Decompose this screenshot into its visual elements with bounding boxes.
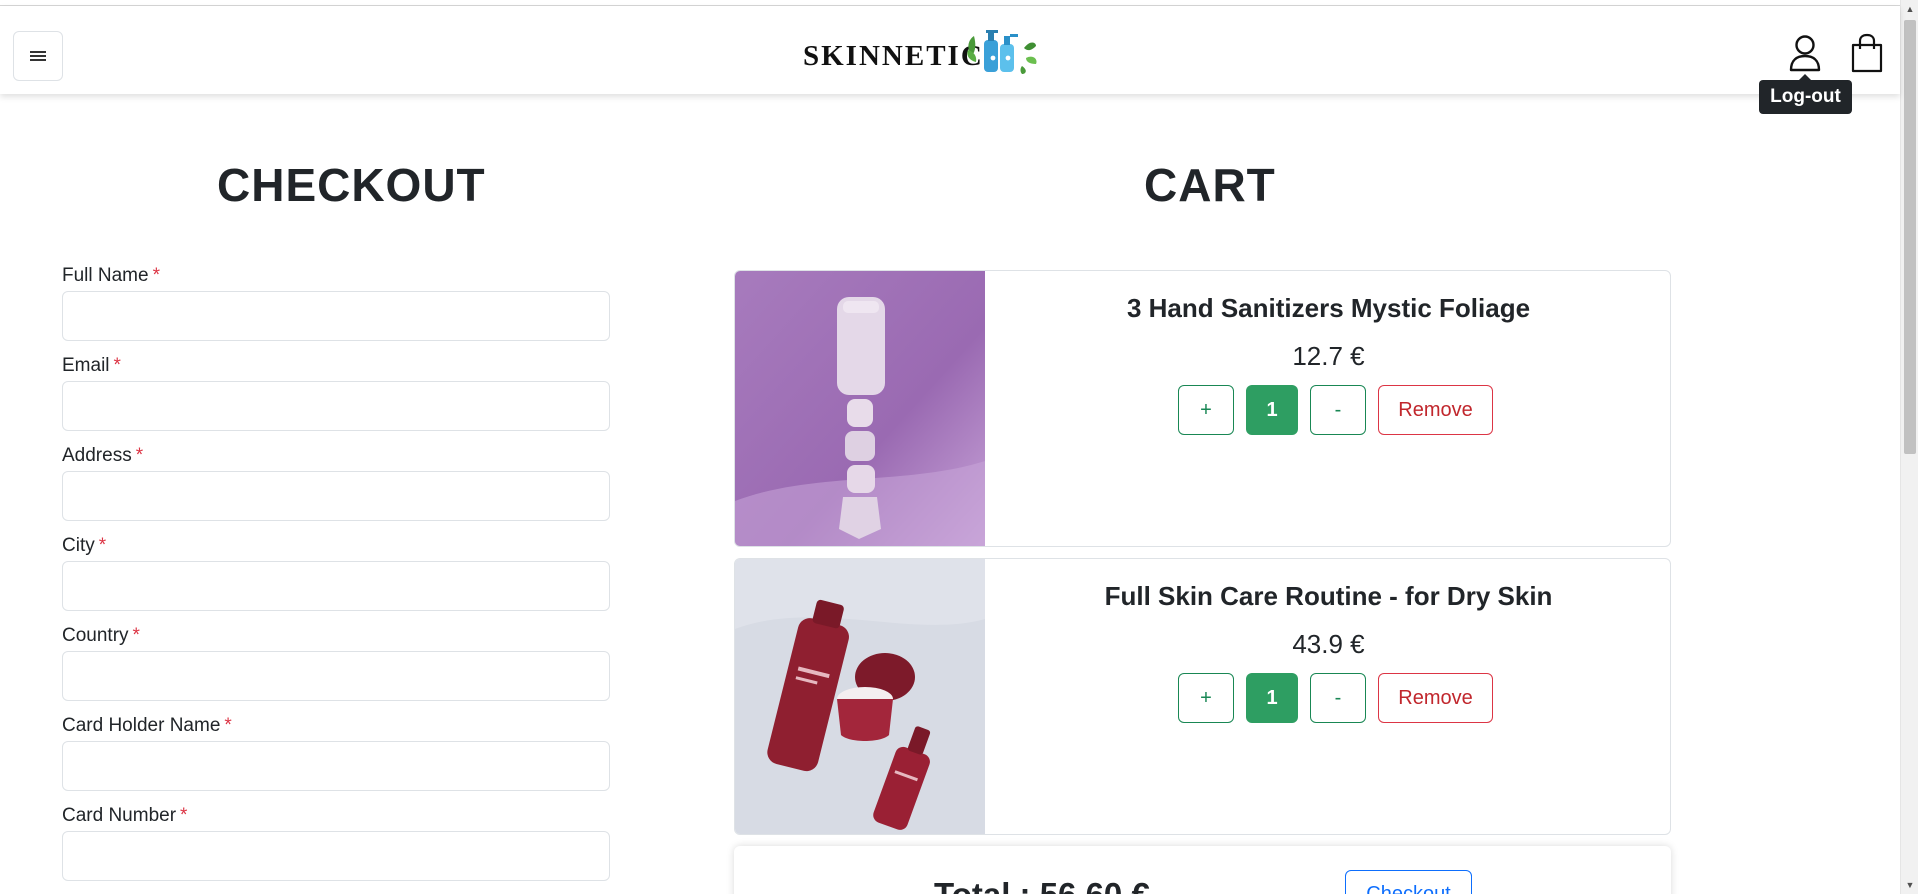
menu-toggle-button[interactable] <box>13 31 63 81</box>
checkout-button[interactable]: Checkout <box>1345 870 1472 894</box>
product-price: 12.7 € <box>1292 341 1365 371</box>
card-holder-input[interactable] <box>62 741 610 791</box>
email-group: Email * <box>62 351 610 431</box>
increase-quantity-button[interactable]: + <box>1178 673 1234 723</box>
decrease-quantity-button[interactable]: - <box>1310 385 1366 435</box>
cart-total: Total : 56.60 € <box>934 876 1150 894</box>
country-group: Country * <box>62 621 610 701</box>
cart-item-details: 3 Hand Sanitizers Mystic Foliage 12.7 € … <box>985 271 1670 546</box>
card-holder-group: Card Holder Name * <box>62 711 610 791</box>
cart-total-card: Total : 56.60 € Checkout <box>734 846 1671 894</box>
country-input[interactable] <box>62 651 610 701</box>
cart-title: CART <box>1144 159 1276 211</box>
brand-logo[interactable]: SKINNETIC <box>803 26 1038 76</box>
card-number-input[interactable] <box>62 831 610 881</box>
address-label: Address * <box>62 441 610 471</box>
logout-tooltip: Log-out <box>1759 74 1852 114</box>
full-name-label: Full Name * <box>62 261 610 291</box>
cart-item: Full Skin Care Routine - for Dry Skin 43… <box>734 558 1671 835</box>
required-mark: * <box>113 355 121 376</box>
page-scrollbar[interactable]: ▲ ▼ <box>1900 0 1918 894</box>
product-image-hand-sanitizer <box>735 271 985 546</box>
city-label-text: City <box>62 535 95 556</box>
required-mark: * <box>135 445 144 466</box>
required-mark: * <box>98 535 107 556</box>
required-mark: * <box>180 805 188 826</box>
remove-item-button[interactable]: Remove <box>1378 673 1493 723</box>
product-name: Full Skin Care Routine - for Dry Skin <box>1104 581 1553 611</box>
city-group: City * <box>62 531 610 611</box>
increase-quantity-button[interactable]: + <box>1178 385 1234 435</box>
email-input[interactable] <box>62 381 610 431</box>
address-input[interactable] <box>62 471 610 521</box>
quantity-badge: 1 <box>1246 673 1298 723</box>
required-mark: * <box>152 265 160 286</box>
quantity-badge: 1 <box>1246 385 1298 435</box>
card-number-label: Card Number * <box>62 801 610 831</box>
address-label-text: Address <box>62 445 132 466</box>
full-name-input[interactable] <box>62 291 610 341</box>
bottles-leaves-icon <box>967 30 1037 74</box>
user-icon <box>1789 35 1821 72</box>
card-holder-label: Card Holder Name * <box>62 711 610 741</box>
email-label: Email * <box>62 351 610 381</box>
scroll-down-arrow-icon[interactable]: ▼ <box>1901 876 1918 894</box>
cart-button[interactable] <box>1847 30 1887 76</box>
card-holder-label-text: Card Holder Name <box>62 715 221 736</box>
product-price: 43.9 € <box>1292 629 1365 659</box>
city-input[interactable] <box>62 561 610 611</box>
account-button[interactable] <box>1784 30 1826 76</box>
scrollbar-thumb[interactable] <box>1904 20 1916 454</box>
city-label: City * <box>62 531 610 561</box>
decrease-quantity-button[interactable]: - <box>1310 673 1366 723</box>
card-number-group: Card Number * <box>62 801 610 881</box>
full-name-label-text: Full Name <box>62 265 149 286</box>
navbar: SKINNETIC <box>0 6 1900 94</box>
quantity-controls: + 1 - Remove <box>1178 673 1493 723</box>
cart-item: 3 Hand Sanitizers Mystic Foliage 12.7 € … <box>734 270 1671 547</box>
required-mark: * <box>224 715 232 736</box>
country-label: Country * <box>62 621 610 651</box>
checkout-title: CHECKOUT <box>217 159 486 211</box>
hamburger-icon <box>30 51 46 61</box>
quantity-controls: + 1 - Remove <box>1178 385 1493 435</box>
address-group: Address * <box>62 441 610 521</box>
shopping-bag-icon <box>1851 33 1883 73</box>
email-label-text: Email <box>62 355 110 376</box>
card-number-label-text: Card Number <box>62 805 177 826</box>
required-mark: * <box>132 625 140 646</box>
product-name: 3 Hand Sanitizers Mystic Foliage <box>1126 293 1531 323</box>
brand-name: SKINNETIC <box>803 39 984 72</box>
remove-item-button[interactable]: Remove <box>1378 385 1493 435</box>
scroll-up-arrow-icon[interactable]: ▲ <box>1901 0 1918 18</box>
country-label-text: Country <box>62 625 129 646</box>
full-name-group: Full Name * <box>62 261 610 341</box>
product-image-skin-care <box>735 559 985 834</box>
cart-item-details: Full Skin Care Routine - for Dry Skin 43… <box>985 559 1670 834</box>
